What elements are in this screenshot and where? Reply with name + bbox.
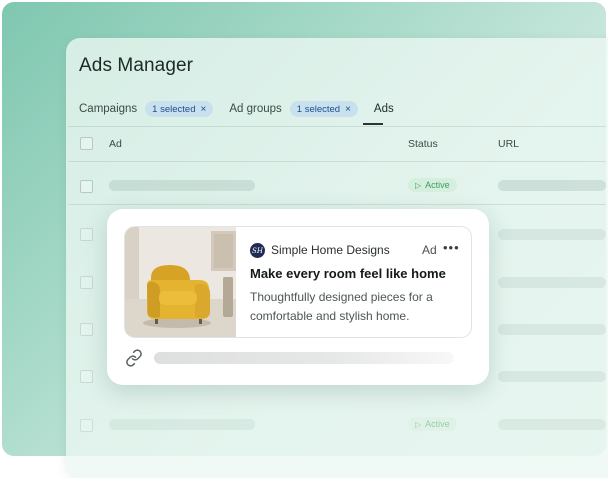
column-header-status[interactable]: Status (408, 138, 438, 150)
url-placeholder (498, 371, 606, 382)
column-header-url[interactable]: URL (498, 138, 519, 150)
play-triangle-icon: ▷ (415, 419, 422, 429)
ad-headline: Make every room feel like home (250, 266, 446, 281)
row-checkbox[interactable] (80, 419, 93, 432)
row-checkbox[interactable] (80, 370, 93, 383)
link-icon[interactable] (125, 349, 143, 367)
row-checkbox[interactable] (80, 323, 93, 336)
ad-name-placeholder (109, 180, 255, 191)
divider (68, 204, 606, 205)
more-options-icon[interactable]: ••• (443, 240, 460, 255)
url-placeholder (498, 277, 606, 288)
armchair-image (125, 227, 236, 337)
active-tab-indicator (363, 123, 383, 125)
url-placeholder (498, 180, 606, 191)
play-triangle-icon: ▷ (415, 180, 422, 190)
divider (68, 126, 606, 127)
row-checkbox[interactable] (80, 228, 93, 241)
ad-preview[interactable]: SH Simple Home Designs Ad ••• Make every… (124, 226, 472, 338)
url-placeholder (498, 419, 606, 430)
filter-tabs: Campaigns 1 selected × Ad groups 1 selec… (79, 100, 394, 118)
chip-label: 1 selected (152, 103, 196, 115)
close-icon[interactable]: × (200, 104, 206, 115)
url-placeholder-bar (154, 352, 454, 364)
status-badge: ▷ Active (408, 417, 457, 431)
status-label: Active (425, 180, 450, 190)
tab-ads[interactable]: Ads (374, 103, 394, 115)
url-placeholder (498, 229, 606, 240)
tab-ad-groups[interactable]: Ad groups (229, 103, 281, 115)
tab-campaigns[interactable]: Campaigns (79, 103, 137, 115)
ad-description: Thoughtfully designed pieces for a comfo… (250, 290, 433, 323)
close-icon[interactable]: × (345, 104, 351, 115)
brand-logo: SH (250, 243, 265, 258)
row-checkbox[interactable] (80, 276, 93, 289)
column-header-ad[interactable]: Ad (109, 138, 122, 150)
ad-name-placeholder (109, 419, 255, 430)
page-title: Ads Manager (79, 55, 194, 76)
status-badge: ▷ Active (408, 178, 457, 192)
row-checkbox[interactable] (80, 180, 93, 193)
chip-label: 1 selected (296, 103, 341, 115)
ad-tag: Ad (422, 243, 437, 257)
ad-groups-selected-chip[interactable]: 1 selected × (289, 101, 358, 117)
campaigns-selected-chip[interactable]: 1 selected × (145, 101, 214, 117)
select-all-checkbox[interactable] (80, 137, 93, 150)
url-placeholder (498, 324, 606, 335)
brand-name: Simple Home Designs (271, 243, 390, 257)
status-label: Active (425, 419, 450, 429)
divider (68, 161, 606, 162)
